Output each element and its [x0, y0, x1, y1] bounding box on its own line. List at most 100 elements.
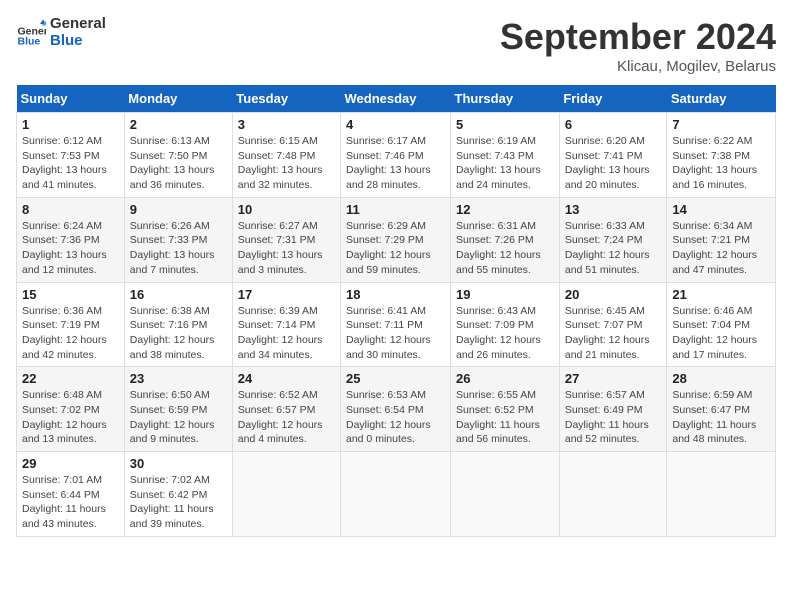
calendar-cell: 16 Sunrise: 6:38 AMSunset: 7:16 PMDaylig…: [124, 282, 232, 367]
calendar-cell: 10 Sunrise: 6:27 AMSunset: 7:31 PMDaylig…: [232, 197, 340, 282]
calendar-cell: 26 Sunrise: 6:55 AMSunset: 6:52 PMDaylig…: [451, 367, 560, 452]
calendar-cell: 23 Sunrise: 6:50 AMSunset: 6:59 PMDaylig…: [124, 367, 232, 452]
weekday-header-row: SundayMondayTuesdayWednesdayThursdayFrid…: [17, 85, 776, 113]
calendar-body: 1 Sunrise: 6:12 AMSunset: 7:53 PMDayligh…: [17, 113, 776, 537]
day-number: 27: [565, 371, 662, 386]
logo: General Blue General Blue: [16, 16, 106, 49]
logo-icon: General Blue: [16, 18, 46, 48]
day-detail: Sunrise: 6:27 AMSunset: 7:31 PMDaylight:…: [238, 219, 335, 278]
week-row-5: 29 Sunrise: 7:01 AMSunset: 6:44 PMDaylig…: [17, 452, 776, 537]
day-number: 5: [456, 117, 554, 132]
day-number: 30: [130, 456, 227, 471]
day-number: 23: [130, 371, 227, 386]
day-number: 4: [346, 117, 445, 132]
day-number: 25: [346, 371, 445, 386]
calendar-cell: [451, 452, 560, 537]
day-detail: Sunrise: 6:53 AMSunset: 6:54 PMDaylight:…: [346, 388, 445, 447]
day-detail: Sunrise: 6:22 AMSunset: 7:38 PMDaylight:…: [672, 134, 770, 193]
day-number: 11: [346, 202, 445, 217]
calendar-cell: 2 Sunrise: 6:13 AMSunset: 7:50 PMDayligh…: [124, 113, 232, 198]
calendar-cell: [667, 452, 776, 537]
calendar-cell: 9 Sunrise: 6:26 AMSunset: 7:33 PMDayligh…: [124, 197, 232, 282]
day-number: 7: [672, 117, 770, 132]
calendar-cell: [341, 452, 451, 537]
weekday-monday: Monday: [124, 85, 232, 113]
page-header: General Blue General Blue September 2024…: [16, 16, 776, 75]
day-detail: Sunrise: 6:57 AMSunset: 6:49 PMDaylight:…: [565, 388, 662, 447]
day-detail: Sunrise: 6:17 AMSunset: 7:46 PMDaylight:…: [346, 134, 445, 193]
week-row-2: 8 Sunrise: 6:24 AMSunset: 7:36 PMDayligh…: [17, 197, 776, 282]
day-detail: Sunrise: 6:13 AMSunset: 7:50 PMDaylight:…: [130, 134, 227, 193]
calendar-cell: 20 Sunrise: 6:45 AMSunset: 7:07 PMDaylig…: [559, 282, 667, 367]
day-number: 2: [130, 117, 227, 132]
weekday-saturday: Saturday: [667, 85, 776, 113]
day-detail: Sunrise: 6:45 AMSunset: 7:07 PMDaylight:…: [565, 304, 662, 363]
day-number: 12: [456, 202, 554, 217]
day-number: 16: [130, 287, 227, 302]
calendar-cell: 6 Sunrise: 6:20 AMSunset: 7:41 PMDayligh…: [559, 113, 667, 198]
day-detail: Sunrise: 6:59 AMSunset: 6:47 PMDaylight:…: [672, 388, 770, 447]
day-detail: Sunrise: 6:48 AMSunset: 7:02 PMDaylight:…: [22, 388, 119, 447]
day-detail: Sunrise: 6:31 AMSunset: 7:26 PMDaylight:…: [456, 219, 554, 278]
day-number: 20: [565, 287, 662, 302]
day-detail: Sunrise: 6:26 AMSunset: 7:33 PMDaylight:…: [130, 219, 227, 278]
day-detail: Sunrise: 6:41 AMSunset: 7:11 PMDaylight:…: [346, 304, 445, 363]
day-number: 28: [672, 371, 770, 386]
week-row-3: 15 Sunrise: 6:36 AMSunset: 7:19 PMDaylig…: [17, 282, 776, 367]
weekday-tuesday: Tuesday: [232, 85, 340, 113]
day-detail: Sunrise: 6:34 AMSunset: 7:21 PMDaylight:…: [672, 219, 770, 278]
logo-text-general: General: [50, 16, 106, 33]
calendar-cell: 1 Sunrise: 6:12 AMSunset: 7:53 PMDayligh…: [17, 113, 125, 198]
day-detail: Sunrise: 6:46 AMSunset: 7:04 PMDaylight:…: [672, 304, 770, 363]
calendar-cell: 11 Sunrise: 6:29 AMSunset: 7:29 PMDaylig…: [341, 197, 451, 282]
day-detail: Sunrise: 6:38 AMSunset: 7:16 PMDaylight:…: [130, 304, 227, 363]
day-detail: Sunrise: 6:55 AMSunset: 6:52 PMDaylight:…: [456, 388, 554, 447]
day-detail: Sunrise: 6:39 AMSunset: 7:14 PMDaylight:…: [238, 304, 335, 363]
calendar-cell: 12 Sunrise: 6:31 AMSunset: 7:26 PMDaylig…: [451, 197, 560, 282]
weekday-wednesday: Wednesday: [341, 85, 451, 113]
calendar-cell: [232, 452, 340, 537]
day-number: 24: [238, 371, 335, 386]
day-detail: Sunrise: 6:24 AMSunset: 7:36 PMDaylight:…: [22, 219, 119, 278]
day-detail: Sunrise: 6:50 AMSunset: 6:59 PMDaylight:…: [130, 388, 227, 447]
day-detail: Sunrise: 6:43 AMSunset: 7:09 PMDaylight:…: [456, 304, 554, 363]
day-detail: Sunrise: 6:29 AMSunset: 7:29 PMDaylight:…: [346, 219, 445, 278]
calendar-cell: 24 Sunrise: 6:52 AMSunset: 6:57 PMDaylig…: [232, 367, 340, 452]
day-number: 19: [456, 287, 554, 302]
calendar-cell: 22 Sunrise: 6:48 AMSunset: 7:02 PMDaylig…: [17, 367, 125, 452]
day-detail: Sunrise: 6:33 AMSunset: 7:24 PMDaylight:…: [565, 219, 662, 278]
weekday-friday: Friday: [559, 85, 667, 113]
calendar-cell: 14 Sunrise: 6:34 AMSunset: 7:21 PMDaylig…: [667, 197, 776, 282]
day-number: 10: [238, 202, 335, 217]
day-number: 17: [238, 287, 335, 302]
calendar-cell: 7 Sunrise: 6:22 AMSunset: 7:38 PMDayligh…: [667, 113, 776, 198]
location: Klicau, Mogilev, Belarus: [500, 58, 776, 75]
month-title: September 2024: [500, 16, 776, 58]
calendar-cell: 15 Sunrise: 6:36 AMSunset: 7:19 PMDaylig…: [17, 282, 125, 367]
day-number: 13: [565, 202, 662, 217]
calendar-cell: 8 Sunrise: 6:24 AMSunset: 7:36 PMDayligh…: [17, 197, 125, 282]
day-number: 9: [130, 202, 227, 217]
logo-text-blue: Blue: [50, 33, 106, 50]
day-number: 6: [565, 117, 662, 132]
day-detail: Sunrise: 6:20 AMSunset: 7:41 PMDaylight:…: [565, 134, 662, 193]
calendar-cell: 28 Sunrise: 6:59 AMSunset: 6:47 PMDaylig…: [667, 367, 776, 452]
calendar-cell: 19 Sunrise: 6:43 AMSunset: 7:09 PMDaylig…: [451, 282, 560, 367]
day-number: 15: [22, 287, 119, 302]
day-number: 8: [22, 202, 119, 217]
week-row-4: 22 Sunrise: 6:48 AMSunset: 7:02 PMDaylig…: [17, 367, 776, 452]
day-detail: Sunrise: 7:01 AMSunset: 6:44 PMDaylight:…: [22, 473, 119, 532]
day-number: 26: [456, 371, 554, 386]
day-number: 1: [22, 117, 119, 132]
svg-text:Blue: Blue: [18, 35, 41, 47]
day-number: 18: [346, 287, 445, 302]
calendar-table: SundayMondayTuesdayWednesdayThursdayFrid…: [16, 85, 776, 537]
calendar-cell: 18 Sunrise: 6:41 AMSunset: 7:11 PMDaylig…: [341, 282, 451, 367]
calendar-cell: 5 Sunrise: 6:19 AMSunset: 7:43 PMDayligh…: [451, 113, 560, 198]
title-area: September 2024 Klicau, Mogilev, Belarus: [500, 16, 776, 75]
calendar-cell: 30 Sunrise: 7:02 AMSunset: 6:42 PMDaylig…: [124, 452, 232, 537]
calendar-cell: 13 Sunrise: 6:33 AMSunset: 7:24 PMDaylig…: [559, 197, 667, 282]
day-detail: Sunrise: 7:02 AMSunset: 6:42 PMDaylight:…: [130, 473, 227, 532]
week-row-1: 1 Sunrise: 6:12 AMSunset: 7:53 PMDayligh…: [17, 113, 776, 198]
calendar-cell: 27 Sunrise: 6:57 AMSunset: 6:49 PMDaylig…: [559, 367, 667, 452]
